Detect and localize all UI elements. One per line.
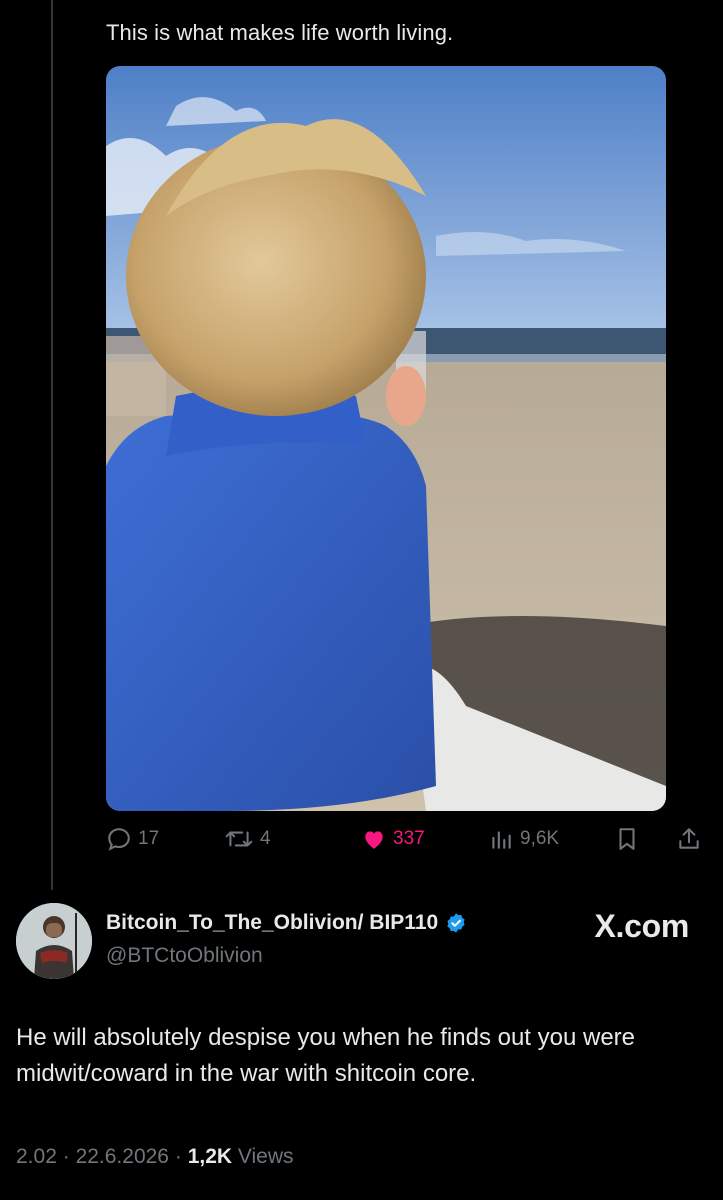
avatar-warrior-image: [16, 903, 92, 979]
repost-button[interactable]: 4: [224, 826, 271, 852]
share-icon: [679, 828, 699, 849]
x-com-logo: X.com: [594, 908, 689, 944]
verified-badge-icon: [447, 913, 465, 933]
views-count: 9,6K: [520, 828, 560, 849]
author-name[interactable]: Bitcoin_To_The_Oblivion/ BIP110: [106, 911, 467, 935]
heart-icon: [365, 831, 383, 849]
photo-child-at-beach: [106, 66, 666, 811]
post-photo[interactable]: [106, 66, 666, 811]
bookmark-button[interactable]: [614, 826, 640, 852]
post-time[interactable]: 2.02: [16, 1145, 57, 1168]
author-handle[interactable]: @BTCtoOblivion: [106, 944, 263, 968]
post-action-bar: 17 4 337 9,6K: [106, 826, 706, 860]
reply-icon: [108, 828, 130, 851]
views-label: Views: [237, 1145, 294, 1168]
post-date[interactable]: 22.6.2026: [76, 1145, 169, 1168]
reply-count: 17: [138, 828, 160, 849]
like-count: 337: [393, 828, 425, 849]
views-chart-icon: [492, 831, 511, 849]
author-name-text: Bitcoin_To_The_Oblivion/ BIP110: [106, 911, 439, 934]
thread-line: [51, 0, 53, 890]
bookmark-icon: [619, 828, 635, 850]
reply-button[interactable]: 17: [106, 826, 159, 852]
share-button[interactable]: [676, 826, 702, 852]
separator: ·: [62, 1145, 70, 1168]
separator: ·: [174, 1145, 182, 1168]
repost-count: 4: [260, 828, 271, 849]
like-button[interactable]: 337: [361, 826, 425, 852]
views-count-total: 1,2K: [187, 1145, 233, 1168]
avatar[interactable]: [16, 903, 92, 979]
post-meta: 2.02 · 22.6.2026 · 1,2K Views: [16, 1145, 294, 1169]
post-text: He will absolutely despise you when he f…: [16, 1024, 636, 1087]
quoted-post-text: This is what makes life worth living.: [106, 20, 454, 45]
views-button[interactable]: 9,6K: [488, 826, 559, 852]
repost-icon: [225, 831, 253, 847]
